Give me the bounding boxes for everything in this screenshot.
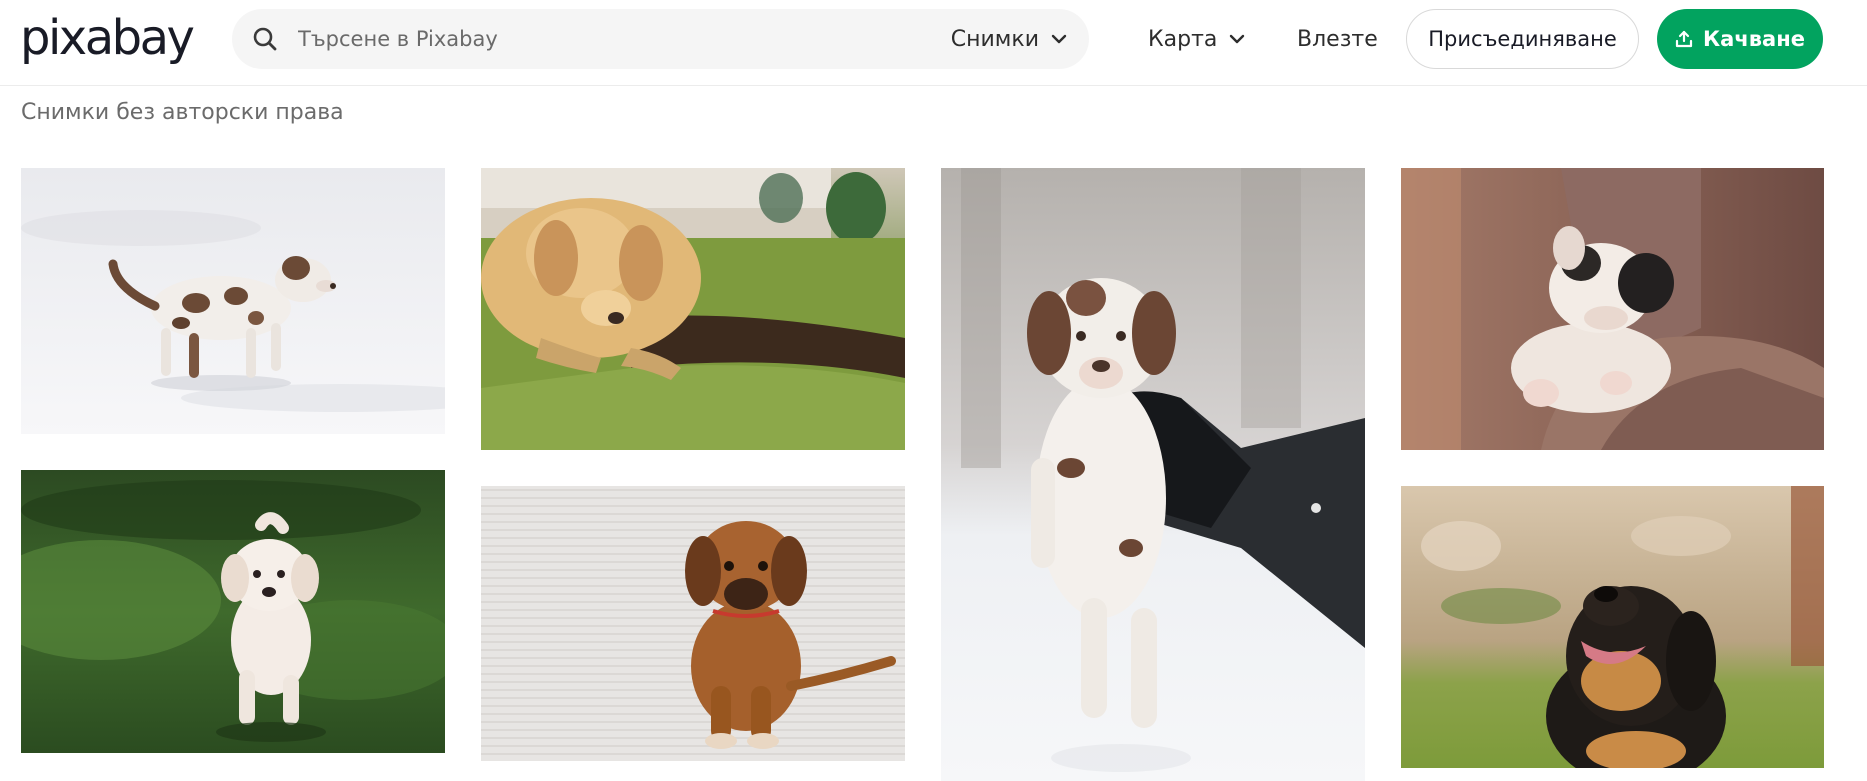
- photo-tile[interactable]: [481, 168, 905, 450]
- chevron-down-icon: [1051, 34, 1067, 44]
- login-link[interactable]: Влезте: [1297, 9, 1378, 69]
- photo-tile[interactable]: [1401, 168, 1824, 450]
- photo-tile[interactable]: [941, 168, 1365, 781]
- photo-tile[interactable]: [481, 486, 905, 761]
- photo-tile[interactable]: [21, 470, 445, 753]
- page-subtitle: Снимки без авторски права: [21, 100, 344, 125]
- search-type-label: Снимки: [950, 26, 1039, 52]
- top-bar: pixabay Снимки Карта Влезте Присъединява…: [0, 0, 1867, 86]
- white-puppy-image: [21, 470, 445, 753]
- upload-label: Качване: [1703, 27, 1805, 51]
- brown-puppy-image: [481, 486, 905, 761]
- search-bar: Снимки: [232, 9, 1089, 69]
- join-button[interactable]: Присъединяване: [1406, 9, 1639, 69]
- chevron-down-icon: [1230, 34, 1245, 44]
- puppy-held-image: [941, 168, 1365, 781]
- explore-label: Карта: [1148, 26, 1218, 52]
- explore-menu[interactable]: Карта: [1148, 9, 1245, 69]
- login-label: Влезте: [1297, 26, 1378, 52]
- upload-button[interactable]: Качване: [1657, 9, 1823, 69]
- search-type-dropdown[interactable]: Снимки: [951, 9, 1067, 69]
- search-input[interactable]: [296, 19, 896, 59]
- search-icon[interactable]: [252, 26, 278, 52]
- puppy-snow-image: [21, 168, 445, 434]
- bulldog-puppy-image: [1401, 168, 1824, 450]
- tan-puppy-image: [1401, 486, 1824, 768]
- golden-puppy-image: [481, 168, 905, 450]
- upload-icon: [1675, 30, 1693, 48]
- pixabay-logo[interactable]: pixabay: [20, 8, 195, 68]
- join-label: Присъединяване: [1428, 27, 1617, 51]
- photo-tile[interactable]: [1401, 486, 1824, 768]
- photo-tile[interactable]: [21, 168, 445, 434]
